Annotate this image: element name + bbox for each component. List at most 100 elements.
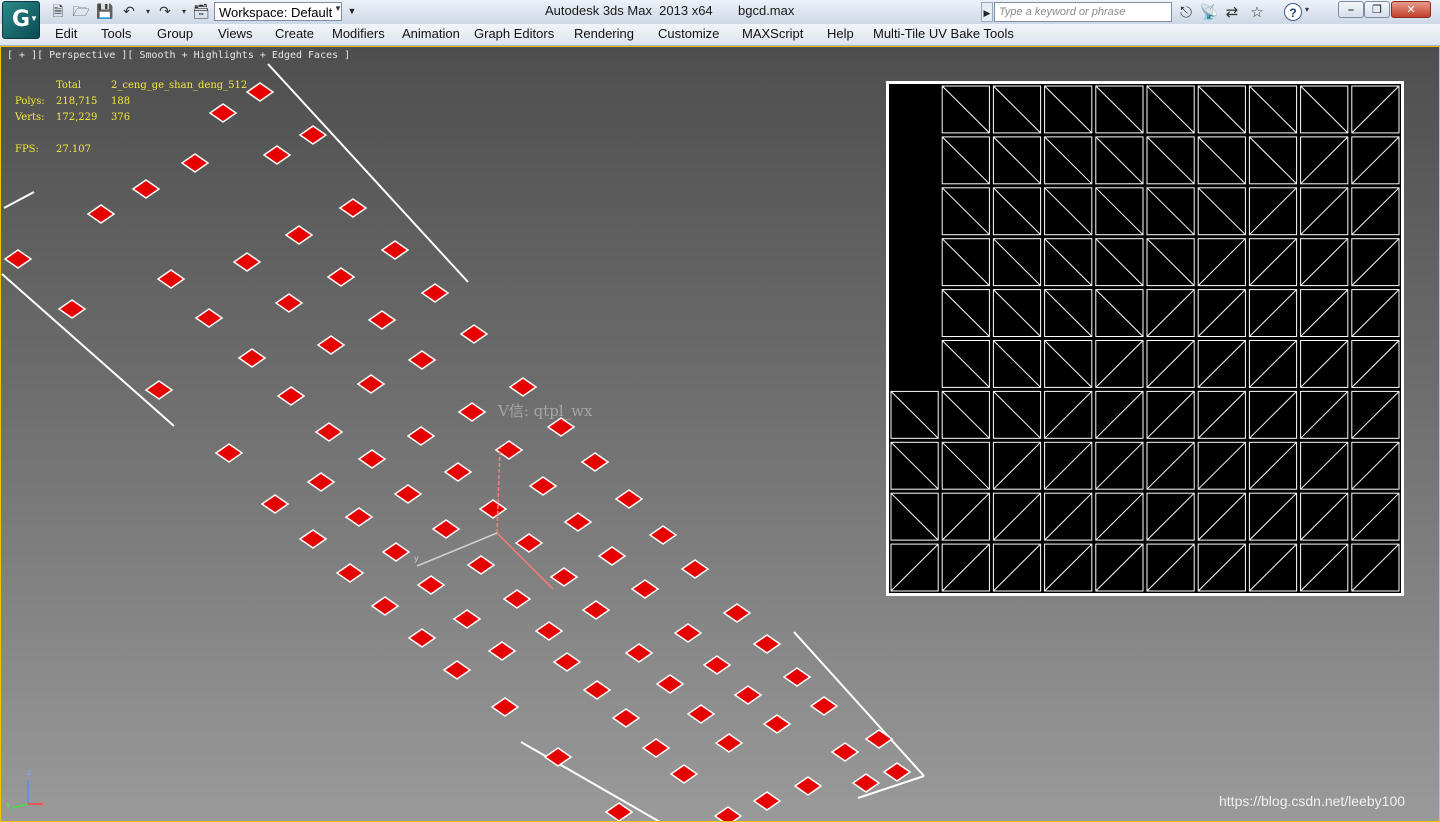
red-tile xyxy=(641,738,671,758)
uv-tile-diagonal xyxy=(941,340,990,388)
uv-tile-diagonal xyxy=(1300,136,1349,185)
uv-tile-diagonal xyxy=(1095,441,1144,490)
uv-tile-diagonal xyxy=(941,289,990,337)
workspace-select[interactable]: Workspace: Default xyxy=(214,2,342,21)
satellite-icon[interactable]: 📡 xyxy=(1199,3,1219,21)
stats-fps-label: FPS: xyxy=(15,144,39,155)
redo-icon[interactable]: ↷ xyxy=(156,3,174,21)
redo-dropdown-icon[interactable]: ▾ xyxy=(179,3,189,21)
uv-tile-diagonal xyxy=(993,492,1041,541)
stats-verts-label: Verts: xyxy=(15,112,45,123)
uv-tile-diagonal xyxy=(1249,289,1297,337)
uv-tile-diagonal xyxy=(941,391,990,439)
app-menu-dropdown-icon[interactable]: ▼ xyxy=(30,14,38,23)
uv-tile-diagonal xyxy=(1300,85,1349,134)
menu-bar: Edit Tools Group Views Create Modifiers … xyxy=(0,24,1440,46)
uv-tile-diagonal xyxy=(993,289,1041,337)
uv-tile-diagonal xyxy=(1095,340,1144,388)
binoculars-icon[interactable]: ⎋ xyxy=(1176,3,1196,21)
help-dropdown-icon[interactable]: ▾ xyxy=(1305,5,1309,14)
menu-graph-editors[interactable]: Graph Editors xyxy=(474,26,554,41)
red-tile xyxy=(344,507,374,527)
menu-multi-tile-uv-bake-tools[interactable]: Multi-Tile UV Bake Tools xyxy=(873,26,1014,41)
menu-customize[interactable]: Customize xyxy=(658,26,719,41)
viewport-label-menu[interactable]: [ + ][ Perspective ][ Smooth + Highlight… xyxy=(7,50,350,61)
stats-polys-label: Polys: xyxy=(15,96,45,107)
uv-tile-diagonal xyxy=(1044,391,1093,439)
uv-tile-diagonal xyxy=(1249,391,1297,439)
uv-tile-diagonal xyxy=(1351,492,1400,541)
stats-verts-object: 376 xyxy=(111,112,131,123)
menu-maxscript[interactable]: MAXScript xyxy=(742,26,803,41)
red-tile-instances xyxy=(3,82,912,822)
undo-icon[interactable]: ↶ xyxy=(120,3,138,21)
uv-tile-diagonal xyxy=(1044,492,1093,541)
red-tile xyxy=(478,499,508,519)
uv-tile-diagonal xyxy=(993,543,1041,592)
red-tile xyxy=(381,542,411,562)
uv-tile-diagonal xyxy=(1095,543,1144,592)
red-tile xyxy=(356,374,386,394)
red-tile xyxy=(713,806,743,822)
world-axis-z-label: z xyxy=(27,768,32,777)
red-tile xyxy=(232,252,262,272)
search-input[interactable] xyxy=(994,2,1172,22)
red-tile xyxy=(793,776,823,796)
uv-tile-diagonal xyxy=(1095,187,1144,236)
maximize-button[interactable]: ❐ xyxy=(1364,1,1390,18)
red-tile xyxy=(214,443,244,463)
quick-access-customize-icon[interactable]: ▼ xyxy=(346,2,358,21)
uv-tile-diagonal xyxy=(993,238,1041,286)
red-tile xyxy=(326,267,356,287)
uv-tile-diagonal xyxy=(890,391,939,439)
red-tile xyxy=(604,802,634,822)
help-button[interactable]: ? xyxy=(1284,3,1302,21)
uv-tile-diagonal xyxy=(1197,187,1246,236)
uv-tile-diagonal xyxy=(1044,289,1093,337)
menu-create[interactable]: Create xyxy=(275,26,314,41)
project-folder-icon[interactable]: 🗃 xyxy=(192,3,210,21)
menu-rendering[interactable]: Rendering xyxy=(574,26,634,41)
red-tile xyxy=(851,773,881,793)
uv-tile-diagonal xyxy=(1044,543,1093,592)
save-icon[interactable]: 💾 xyxy=(96,3,114,21)
perspective-viewport[interactable]: [ + ][ Perspective ][ Smooth + Highlight… xyxy=(0,46,1440,822)
open-file-icon[interactable]: 🗁 xyxy=(72,3,90,21)
minimize-button[interactable]: ⎯ xyxy=(1338,1,1364,18)
red-tile xyxy=(3,249,33,269)
menu-tools[interactable]: Tools xyxy=(101,26,131,41)
world-axis-x-label: x xyxy=(40,799,45,808)
workspace-dropdown-icon[interactable]: ▼ xyxy=(334,4,342,13)
menu-edit[interactable]: Edit xyxy=(55,26,77,41)
plane-outline-edge xyxy=(520,741,661,822)
red-tile xyxy=(686,704,716,724)
red-tile xyxy=(156,269,186,289)
stats-polys-total: 218,715 xyxy=(56,96,98,107)
csdn-watermark: https://blog.csdn.net/leeby100 xyxy=(1219,793,1406,809)
menu-help[interactable]: Help xyxy=(827,26,854,41)
red-tile xyxy=(306,472,336,492)
exchange-icon[interactable]: ⇄ xyxy=(1222,3,1242,21)
red-tile xyxy=(614,489,644,509)
favorites-star-icon[interactable]: ☆ xyxy=(1247,3,1267,21)
uv-tile-diagonal xyxy=(1044,441,1093,490)
uv-tile-diagonal xyxy=(1146,85,1195,134)
red-tile xyxy=(580,452,610,472)
red-tile xyxy=(752,634,782,654)
uv-tile-diagonal xyxy=(1197,85,1246,134)
gizmo-z-axis xyxy=(496,447,501,534)
close-button[interactable]: ✕ xyxy=(1391,1,1431,18)
menu-modifiers[interactable]: Modifiers xyxy=(332,26,385,41)
search-collapse-icon[interactable]: ▶ xyxy=(981,2,993,22)
new-file-icon[interactable]: 🗎 xyxy=(49,3,67,21)
menu-views[interactable]: Views xyxy=(218,26,252,41)
menu-group[interactable]: Group xyxy=(157,26,193,41)
undo-dropdown-icon[interactable]: ▾ xyxy=(143,3,153,21)
red-tile xyxy=(782,667,812,687)
red-tile xyxy=(624,643,654,663)
menu-animation[interactable]: Animation xyxy=(402,26,460,41)
uv-tile-diagonal xyxy=(1146,289,1195,337)
red-tile xyxy=(276,386,306,406)
uv-tile-diagonal xyxy=(1095,289,1144,337)
red-tile xyxy=(284,225,314,245)
